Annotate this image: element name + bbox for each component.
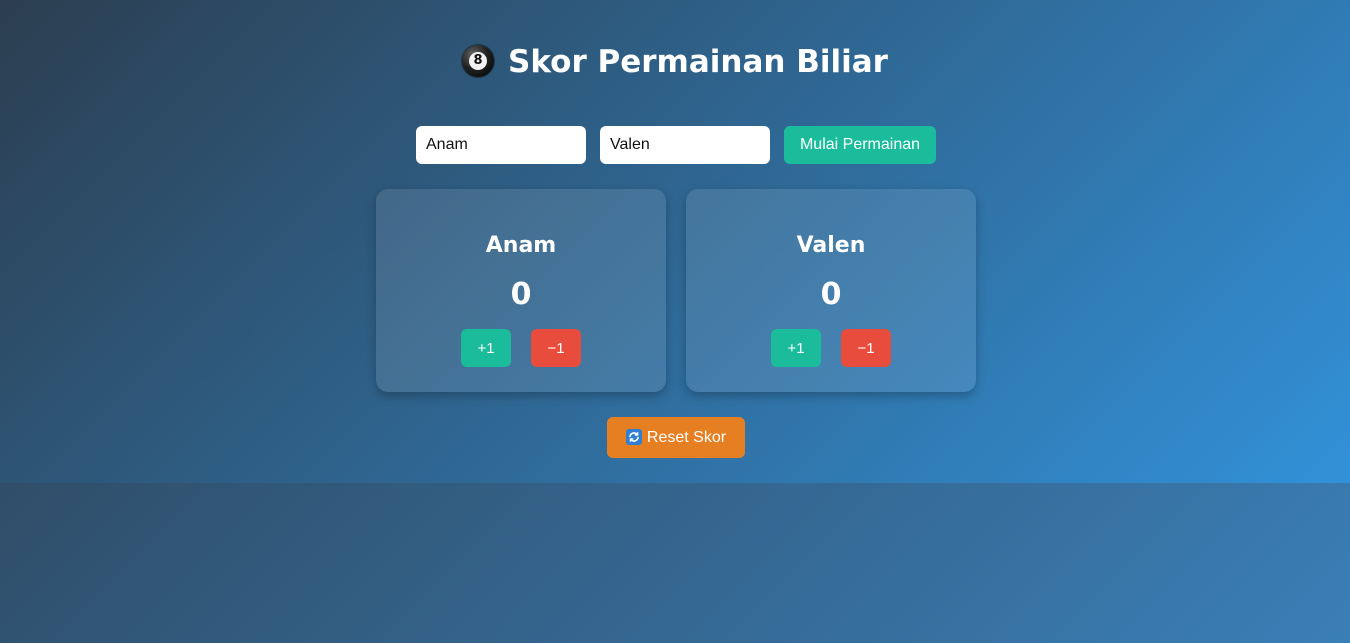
8-ball-icon: 8 [462,45,495,77]
player2-score: 0 [820,277,842,312]
player1-score: 0 [510,277,532,312]
page-title: 8 Skor Permainan Biliar [0,38,1350,86]
start-game-button[interactable]: Mulai Permainan [784,126,936,164]
refresh-icon [625,428,642,445]
reset-score-button[interactable]: Reset Skor [607,417,745,458]
player1-plus-button[interactable]: +1 [461,329,511,367]
player1-name: Anam [485,233,557,258]
page-title-text: Skor Permainan Biliar [508,44,888,80]
app-container: 8 Skor Permainan Biliar Mulai Permainan A… [0,0,1350,483]
reset-score-label: Reset Skor [646,428,727,446]
player1-name-input[interactable] [416,126,586,164]
player1-minus-button[interactable]: −1 [531,329,581,367]
ball-number: 8 [469,52,488,70]
player2-plus-button[interactable]: +1 [771,329,821,367]
player2-name-input[interactable] [600,126,770,164]
player2-card: Valen 0 +1 −1 [686,189,976,392]
player2-minus-button[interactable]: −1 [841,329,891,367]
player2-name: Valen [796,233,866,258]
player1-card: Anam 0 +1 −1 [376,189,666,392]
